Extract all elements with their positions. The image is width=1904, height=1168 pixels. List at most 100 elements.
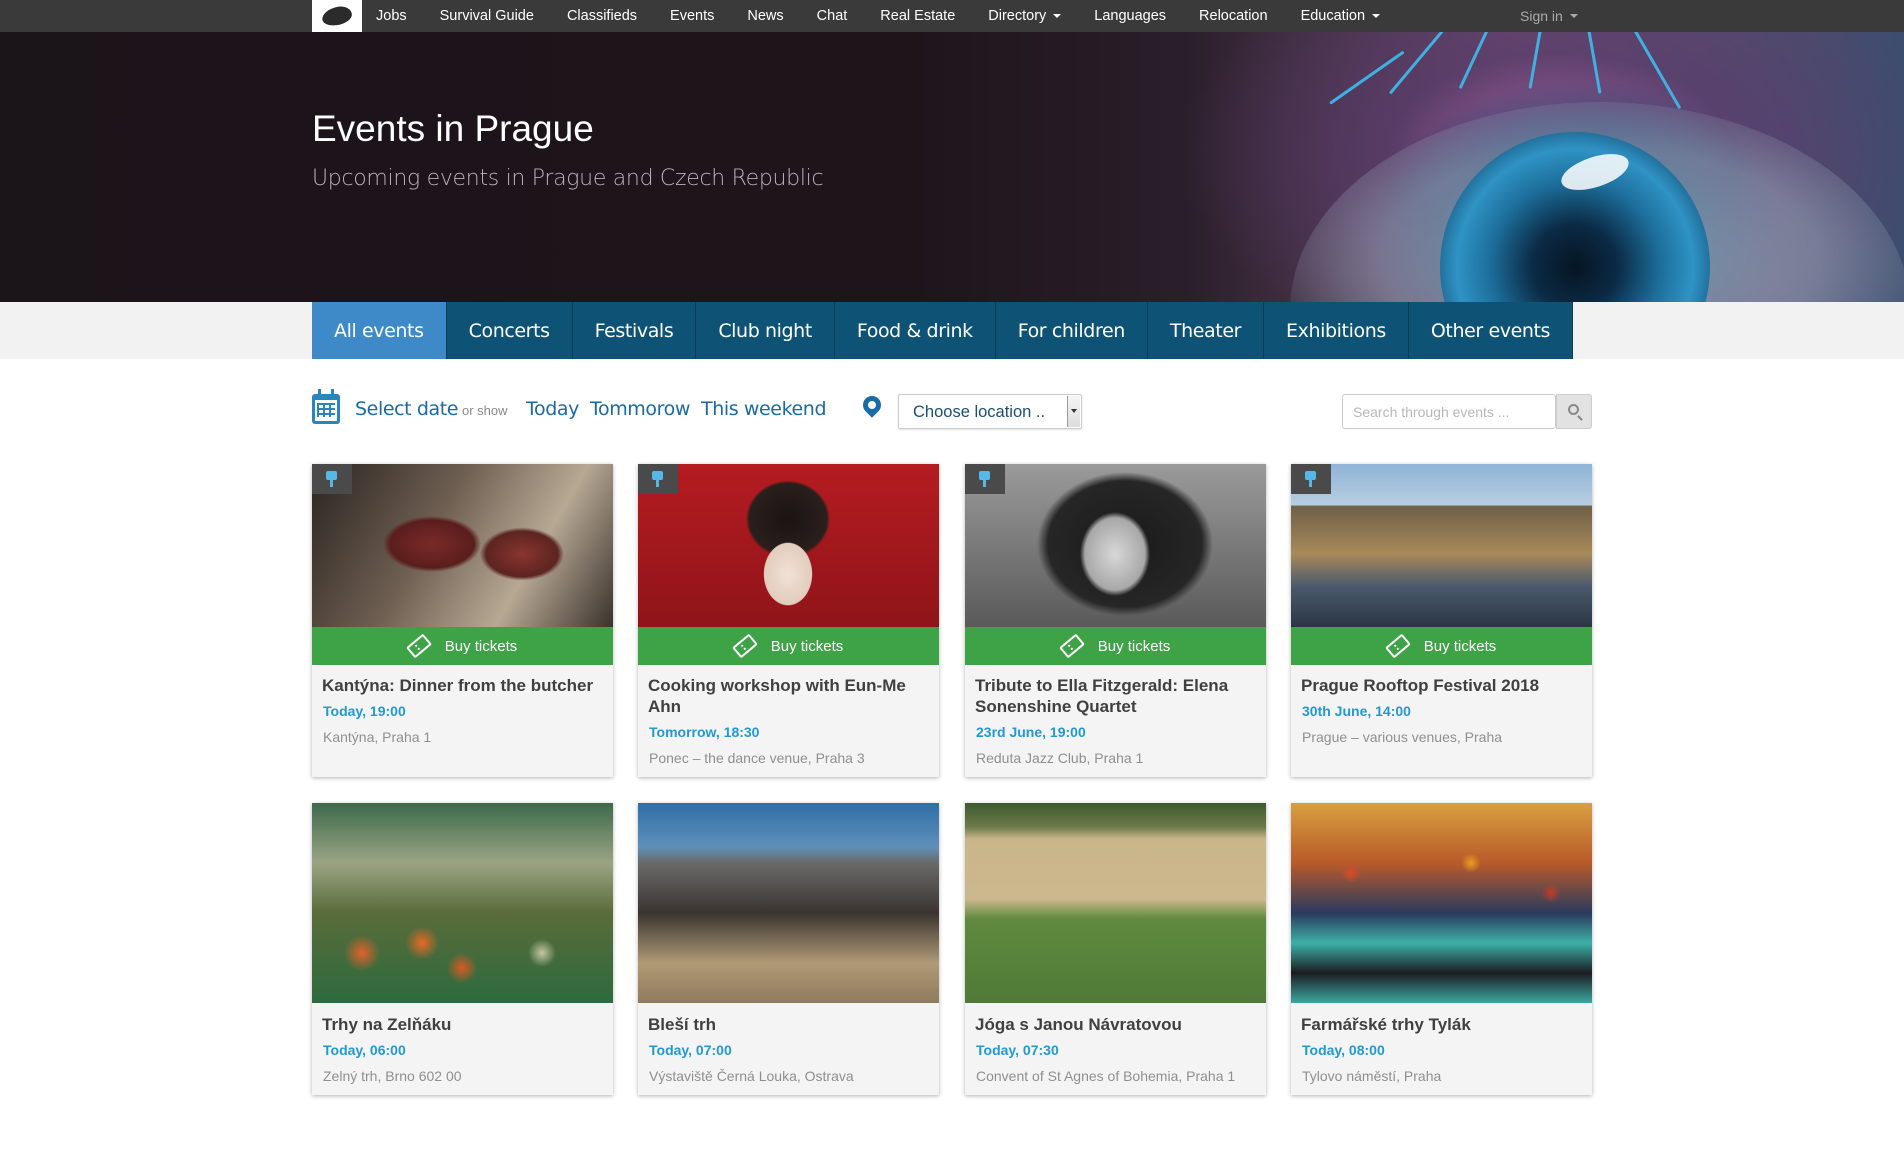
page-title: Events in Prague	[312, 108, 594, 149]
event-card[interactable]: Trhy na Zelňáku Today, 06:00 Zelný trh, …	[312, 803, 613, 1095]
event-date: Today, 19:00	[323, 703, 406, 719]
nav-education-label: Education	[1300, 8, 1366, 24]
tab-festivals[interactable]: Festivals	[572, 302, 697, 359]
czech-map-icon	[320, 4, 354, 28]
event-venue: Tylovo náměstí, Praha	[1302, 1068, 1442, 1084]
tab-all-events[interactable]: All events	[312, 302, 447, 359]
caret-down-icon	[1569, 14, 1578, 18]
pin-icon	[1291, 464, 1331, 494]
sign-in-dropdown[interactable]: Sign in	[1520, 0, 1578, 32]
event-image	[965, 803, 1266, 1003]
hero-lash	[1388, 32, 1462, 95]
tab-food-drink[interactable]: Food & drink	[834, 302, 996, 359]
hero-banner: Events in Prague Upcoming events in Prag…	[0, 32, 1904, 302]
event-image	[312, 803, 613, 1003]
event-title[interactable]: Farmářské trhy Tylák	[1301, 1014, 1586, 1035]
select-date-link[interactable]: Select date	[355, 398, 459, 420]
tab-other-events[interactable]: Other events	[1408, 302, 1574, 359]
tab-for-children[interactable]: For children	[995, 302, 1148, 359]
event-search	[1342, 394, 1592, 429]
nav-chat[interactable]: Chat	[817, 8, 848, 24]
nav-jobs[interactable]: Jobs	[376, 8, 407, 24]
event-venue: Reduta Jazz Club, Praha 1	[976, 750, 1144, 766]
event-card[interactable]: Farmářské trhy Tylák Today, 08:00 Tylovo…	[1291, 803, 1592, 1095]
nav-real-estate[interactable]: Real Estate	[880, 8, 955, 24]
nav-news[interactable]: News	[747, 8, 783, 24]
ticket-icon	[1058, 633, 1085, 659]
sign-in-label: Sign in	[1520, 8, 1563, 24]
event-date: 30th June, 14:00	[1302, 703, 1411, 719]
location-select[interactable]: Choose location ..	[898, 394, 1082, 429]
hero-lash	[1633, 32, 1682, 110]
calendar-icon[interactable]	[312, 389, 340, 424]
event-title[interactable]: Kantýna: Dinner from the butcher	[322, 675, 607, 696]
tab-club-night[interactable]: Club night	[696, 302, 835, 359]
tomorrow-link[interactable]: Tommorow	[590, 398, 690, 420]
event-card[interactable]: Jóga s Janou Návratovou Today, 07:30 Con…	[965, 803, 1266, 1095]
pin-icon	[638, 464, 678, 494]
hero-lash	[1329, 50, 1405, 105]
event-title[interactable]: Bleší trh	[648, 1014, 933, 1035]
today-link[interactable]: Today	[526, 398, 579, 420]
buy-tickets-button[interactable]: Buy tickets	[638, 627, 939, 665]
nav-events[interactable]: Events	[670, 8, 714, 24]
nav-survival-guide[interactable]: Survival Guide	[440, 8, 534, 24]
ticket-icon	[405, 633, 432, 659]
search-icon	[1568, 404, 1579, 415]
event-image	[1291, 803, 1592, 1003]
buy-tickets-label: Buy tickets	[1423, 637, 1497, 655]
nav-directory[interactable]: Directory	[988, 8, 1062, 24]
filter-row: Select date or show Today Tommorow This …	[312, 389, 1592, 432]
event-title[interactable]: Cooking workshop with Eun-Me Ahn	[648, 675, 933, 717]
event-venue: Convent of St Agnes of Bohemia, Praha 1	[976, 1068, 1236, 1084]
search-button[interactable]	[1556, 394, 1592, 429]
event-card[interactable]: Buy tickets Tribute to Ella Fitzgerald: …	[965, 464, 1266, 777]
nav-education[interactable]: Education	[1301, 8, 1381, 24]
event-image	[312, 464, 613, 627]
nav-relocation[interactable]: Relocation	[1199, 8, 1268, 24]
tab-exhibitions[interactable]: Exhibitions	[1264, 302, 1409, 359]
buy-tickets-label: Buy tickets	[444, 637, 518, 655]
top-navbar: Jobs Survival Guide Classifieds Events N…	[0, 0, 1904, 32]
event-title[interactable]: Prague Rooftop Festival 2018	[1301, 675, 1586, 696]
location-select-value: Choose location ..	[913, 403, 1046, 421]
event-card[interactable]: Bleší trh Today, 07:00 Výstaviště Černá …	[638, 803, 939, 1095]
event-card[interactable]: Buy tickets Prague Rooftop Festival 2018…	[1291, 464, 1592, 777]
pin-icon	[965, 464, 1005, 494]
event-image	[1291, 464, 1592, 627]
pin-icon	[312, 464, 352, 494]
event-title[interactable]: Jóga s Janou Návratovou	[975, 1014, 1260, 1035]
event-venue: Výstaviště Černá Louka, Ostrava	[649, 1068, 854, 1084]
tab-theater[interactable]: Theater	[1147, 302, 1265, 359]
buy-tickets-button[interactable]: Buy tickets	[965, 627, 1266, 665]
event-card[interactable]: Buy tickets Kantýna: Dinner from the but…	[312, 464, 613, 777]
nav-directory-label: Directory	[988, 8, 1047, 24]
buy-tickets-button[interactable]: Buy tickets	[312, 627, 613, 665]
page-subtitle: Upcoming events in Prague and Czech Repu…	[312, 166, 824, 191]
event-image	[638, 464, 939, 627]
caret-down-icon	[1053, 14, 1062, 18]
or-show-label: or show	[462, 403, 508, 418]
event-venue: Zelný trh, Brno 602 00	[323, 1068, 462, 1084]
event-venue: Prague – various venues, Praha	[1302, 729, 1503, 745]
event-title[interactable]: Trhy na Zelňáku	[322, 1014, 607, 1035]
nav-classifieds[interactable]: Classifieds	[567, 8, 637, 24]
search-input[interactable]	[1342, 394, 1556, 429]
ticket-icon	[731, 633, 758, 659]
hero-lash	[1528, 32, 1551, 89]
nav-languages[interactable]: Languages	[1094, 8, 1166, 24]
buy-tickets-label: Buy tickets	[1097, 637, 1171, 655]
buy-tickets-button[interactable]: Buy tickets	[1291, 627, 1592, 665]
event-card[interactable]: Buy tickets Cooking workshop with Eun-Me…	[638, 464, 939, 777]
event-venue: Kantýna, Praha 1	[323, 729, 432, 745]
event-venue: Ponec – the dance venue, Praha 3	[649, 750, 865, 766]
event-title[interactable]: Tribute to Ella Fitzgerald: Elena Sonens…	[975, 675, 1260, 717]
map-pin-icon	[859, 392, 885, 418]
select-arrow-icon	[1067, 396, 1080, 427]
event-date: Today, 08:00	[1302, 1042, 1385, 1058]
caret-down-icon	[1372, 14, 1381, 18]
tab-concerts[interactable]: Concerts	[446, 302, 573, 359]
site-logo[interactable]	[312, 0, 362, 32]
event-date: Tomorrow, 18:30	[649, 724, 760, 740]
this-weekend-link[interactable]: This weekend	[701, 398, 827, 420]
